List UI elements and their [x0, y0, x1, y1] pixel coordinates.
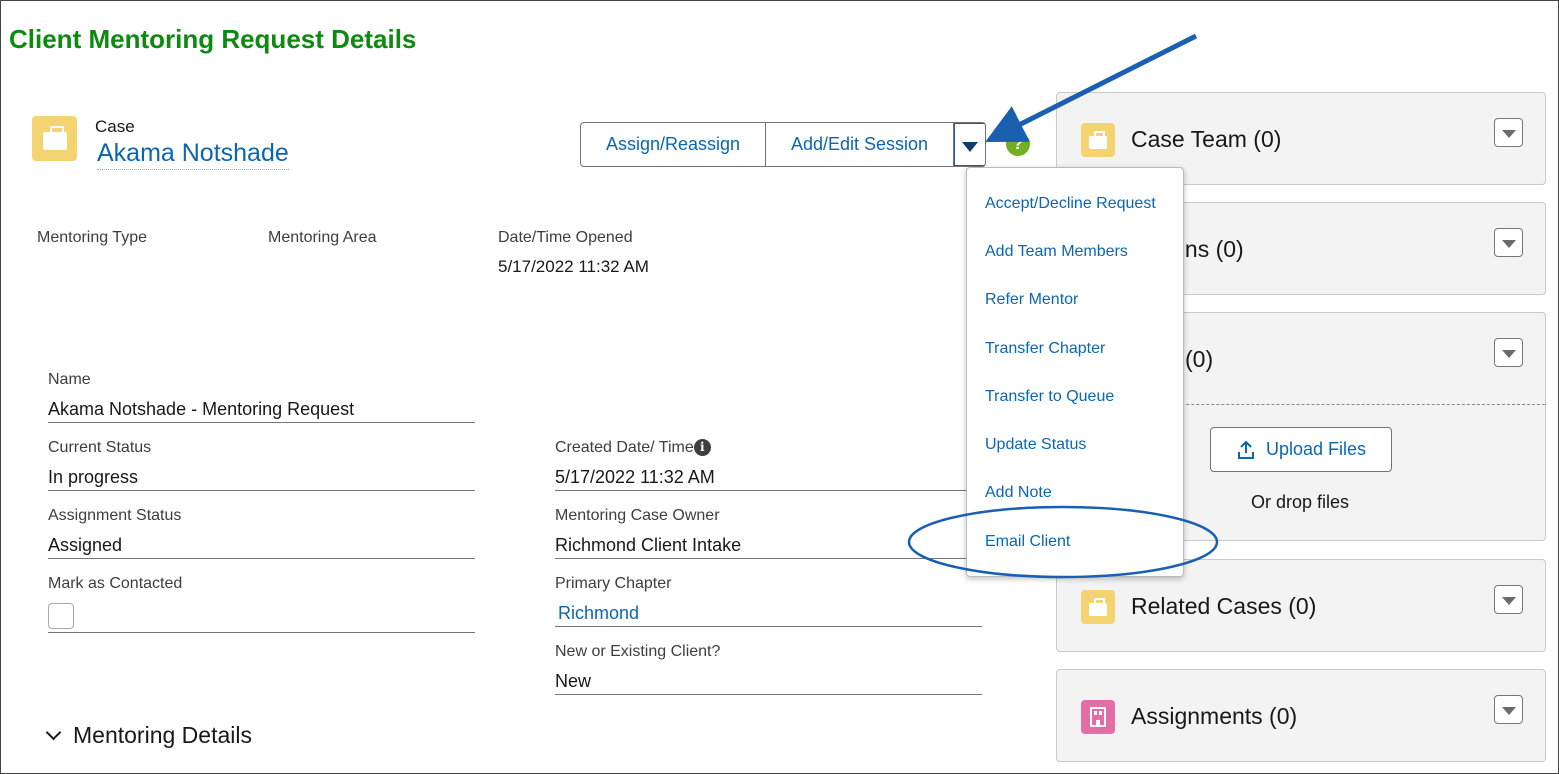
- chevron-down-icon: [962, 141, 978, 152]
- help-icon[interactable]: ?: [1006, 132, 1030, 156]
- card-title[interactable]: Assignments (0): [1131, 703, 1297, 730]
- chevron-down-icon: [1501, 349, 1516, 358]
- menu-item-email-client[interactable]: Email Client: [985, 533, 1070, 551]
- field-case-owner: Mentoring Case Owner Richmond Client Int…: [555, 507, 982, 559]
- primary-chapter-link[interactable]: Richmond: [555, 597, 982, 627]
- section-mentoring-details[interactable]: Mentoring Details: [44, 722, 252, 749]
- drop-files-text: Or drop files: [1251, 492, 1350, 512]
- field-assignment-status: Assignment Status Assigned: [48, 507, 475, 559]
- field-current-status: Current Status In progress: [48, 439, 475, 491]
- highlight-mentoring-type-label: Mentoring Type: [37, 229, 147, 246]
- field-created-date: Created Date/ Time i 5/17/2022 11:32 AM: [555, 439, 982, 491]
- card-assignments: Assignments (0): [1056, 669, 1546, 762]
- field-label: Created Date/ Time: [555, 439, 694, 456]
- info-icon[interactable]: i: [693, 439, 711, 456]
- assign-reassign-button[interactable]: Assign/Reassign: [581, 123, 766, 166]
- chevron-down-icon: [1501, 129, 1516, 138]
- field-label: Current Status: [48, 439, 152, 456]
- field-new-existing: New or Existing Client? New: [555, 643, 982, 695]
- field-name: Name Akama Notshade - Mentoring Request: [48, 371, 475, 423]
- card-menu-button[interactable]: [1494, 338, 1523, 367]
- more-actions-button[interactable]: [954, 123, 985, 166]
- highlight-date-opened-label: Date/Time Opened: [498, 229, 633, 246]
- field-label: Mark as Contacted: [48, 575, 183, 592]
- mark-contacted-checkbox[interactable]: [48, 603, 74, 629]
- card-title[interactable]: Related Cases (0): [1131, 593, 1316, 620]
- card-menu-button[interactable]: [1494, 695, 1523, 724]
- menu-item-add-note[interactable]: Add Note: [985, 484, 1052, 502]
- field-value: Assigned: [48, 529, 475, 559]
- field-label: Mentoring Case Owner: [555, 507, 720, 524]
- upload-label: Upload Files: [1265, 439, 1367, 459]
- action-button-group: Assign/Reassign Add/Edit Session: [580, 122, 986, 167]
- menu-item-transfer-queue[interactable]: Transfer to Queue: [985, 388, 1114, 406]
- card-menu-button[interactable]: [1494, 585, 1523, 614]
- menu-item-transfer-chapter[interactable]: Transfer Chapter: [985, 340, 1105, 358]
- card-menu-button[interactable]: [1494, 118, 1523, 147]
- section-title: Mentoring Details: [73, 722, 252, 748]
- field-label-wrap: Created Date/ Time i: [555, 439, 982, 461]
- chevron-down-icon: [45, 724, 62, 741]
- card-title[interactable]: (0): [1185, 346, 1213, 373]
- highlight-date-opened-value: 5/17/2022 11:32 AM: [498, 257, 649, 276]
- case-icon: [32, 116, 77, 161]
- field-primary-chapter: Primary Chapter Richmond: [555, 575, 982, 627]
- menu-item-add-team-members[interactable]: Add Team Members: [985, 243, 1128, 261]
- field-label: Name: [48, 371, 91, 388]
- add-edit-session-button[interactable]: Add/Edit Session: [766, 123, 954, 166]
- record-type-label: Case: [95, 117, 135, 136]
- field-label: New or Existing Client?: [555, 643, 721, 660]
- field-value: [48, 597, 475, 633]
- upload-files-button[interactable]: Upload Files: [1210, 427, 1392, 472]
- field-value: Richmond Client Intake: [555, 529, 982, 559]
- highlight-mentoring-area-label: Mentoring Area: [268, 229, 377, 246]
- field-value: In progress: [48, 461, 475, 491]
- chevron-down-icon: [1501, 706, 1516, 715]
- more-actions-menu: Accept/Decline Request Add Team Members …: [966, 167, 1184, 577]
- field-mark-contacted: Mark as Contacted: [48, 575, 475, 633]
- case-icon: [1081, 590, 1115, 624]
- field-value: New: [555, 665, 982, 695]
- record-name[interactable]: Akama Notshade: [97, 139, 289, 170]
- upload-icon: [1237, 440, 1254, 459]
- card-menu-button[interactable]: [1494, 228, 1523, 257]
- menu-item-refer-mentor[interactable]: Refer Mentor: [985, 291, 1078, 309]
- field-label: Assignment Status: [48, 507, 182, 524]
- menu-item-accept-decline[interactable]: Accept/Decline Request: [985, 195, 1156, 213]
- field-label: Primary Chapter: [555, 575, 672, 592]
- menu-item-update-status[interactable]: Update Status: [985, 436, 1086, 454]
- page-title: Client Mentoring Request Details: [9, 24, 417, 54]
- chevron-down-icon: [1501, 239, 1516, 248]
- field-value: 5/17/2022 11:32 AM: [555, 461, 982, 491]
- field-value: Akama Notshade - Mentoring Request: [48, 393, 475, 423]
- building-icon: [1081, 700, 1115, 734]
- case-icon: [1081, 123, 1115, 157]
- chevron-down-icon: [1501, 596, 1516, 605]
- card-title[interactable]: Case Team (0): [1131, 126, 1281, 153]
